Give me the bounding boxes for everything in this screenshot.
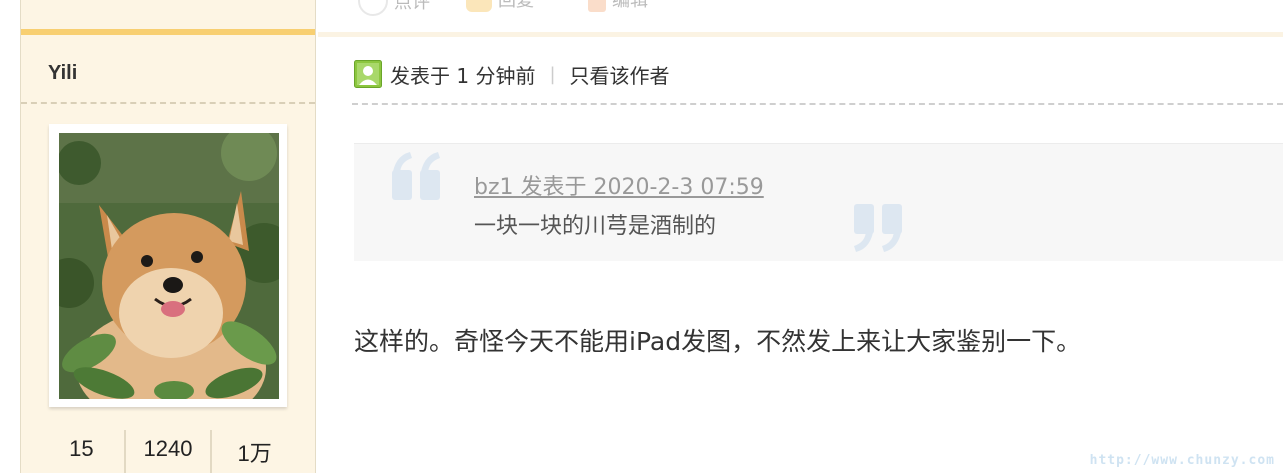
quote-block: bz1 发表于 2020-2-3 07:59 一块一块的川芎是酒制的 [354,143,1283,261]
post-area: 点评 回复 编辑 发表于 1 分钟前 | 只看该作者 bz1 发表于 2020-… [318,0,1283,473]
only-author-link[interactable]: 只看该作者 [570,60,670,89]
post-header: 发表于 1 分钟前 | 只看该作者 [354,59,670,89]
avatar-frame [49,124,287,407]
header-separator: | [549,63,556,85]
author-sidebar: Yili 15 1240 1万 [20,0,316,473]
post-separator-band [318,32,1283,37]
post-actions-toolbar: 点评 回复 编辑 [318,0,1283,30]
reply-label: 回复 [498,0,534,11]
post-body: 这样的。奇怪今天不能用iPad发图，不然发上来让大家鉴别一下。 [354,327,1082,356]
stat-credits[interactable]: 1万 [210,430,297,473]
comment-label: 点评 [394,0,430,13]
header-divider [352,103,1283,105]
edit-button[interactable]: 编辑 [588,0,648,12]
comment-icon [358,0,388,16]
post-time: 发表于 1 分钟前 [390,63,536,88]
watermark: http://www.chunzy.com [1089,453,1275,468]
avatar[interactable] [59,133,279,399]
sidebar-accent-bar [21,29,315,35]
stat-topics[interactable]: 15 [39,430,124,473]
reply-button[interactable]: 回复 [466,0,534,12]
author-name[interactable]: Yili [48,62,77,85]
stat-posts[interactable]: 1240 [123,430,211,473]
quote-text: 一块一块的川芎是酒制的 [474,214,717,239]
edit-icon [588,0,606,12]
quote-close-icon [854,204,902,252]
comment-button[interactable]: 点评 [358,0,430,16]
quote-citation-link[interactable]: bz1 发表于 2020-2-3 07:59 [474,169,764,201]
edit-label: 编辑 [612,0,648,11]
author-stats: 15 1240 1万 [39,430,297,473]
sidebar-divider [21,102,315,104]
user-icon [354,60,382,88]
reply-icon [466,0,492,12]
quote-open-icon [392,152,440,200]
